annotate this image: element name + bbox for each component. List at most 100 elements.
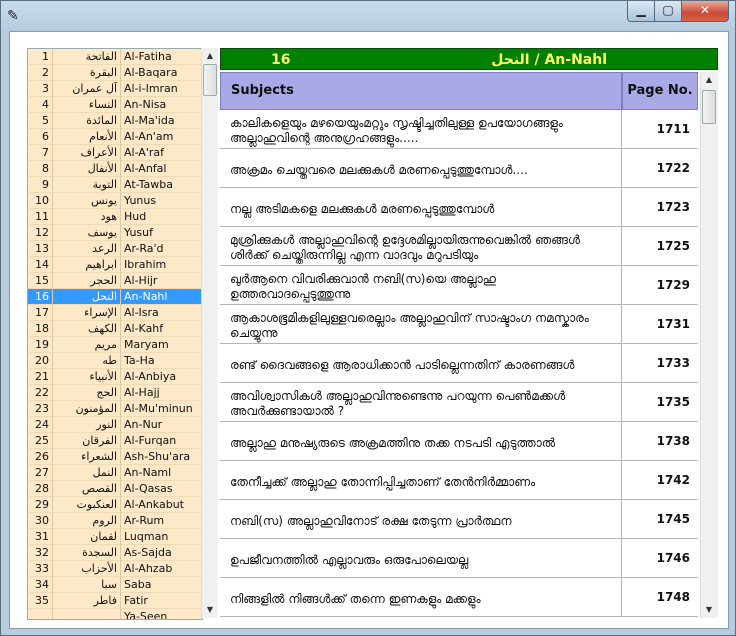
subjects-scrollbar[interactable]: ▲ ▼ xyxy=(700,72,718,618)
table-row[interactable]: രണ്ട് ദൈവങ്ങളെ ആരാധിക്കാൻ പാടില്ലെന്നതിന… xyxy=(220,344,698,383)
column-header-page-no[interactable]: Page No. xyxy=(622,72,698,110)
maximize-button[interactable]: ▢ xyxy=(654,1,682,22)
surah-english-name: Al-Ma'ida xyxy=(120,113,202,129)
surah-english-name: Al-Fatiha xyxy=(120,49,202,65)
surah-number: 21 xyxy=(35,370,49,383)
surah-english-name: An-Naml xyxy=(120,465,202,481)
surah-list-item[interactable]: 23 المؤمنون Al-Mu'minun xyxy=(28,401,202,417)
surah-number: 18 xyxy=(35,322,49,335)
chapter-number: 16 xyxy=(271,52,291,68)
surah-english-name: Al-Isra xyxy=(120,305,202,321)
surah-arabic-name: السجدة xyxy=(82,546,117,559)
surah-english-name: Al-Qasas xyxy=(120,481,202,497)
table-row[interactable]: നിങ്ങളിൽ നിങ്ങൾക്ക് തന്നെ ഇണകളും മക്കളും… xyxy=(220,578,698,617)
surah-list-item[interactable]: Ya-Seen xyxy=(28,609,202,619)
column-header-subjects[interactable]: Subjects xyxy=(220,72,622,110)
table-row[interactable]: മുശ്രിക്കുകൾ അല്ലാഹുവിന്റെ ഉദ്ദേശമില്ലായ… xyxy=(220,227,698,266)
surah-number: 19 xyxy=(35,338,49,351)
surah-list-item[interactable]: 16 النحل An-Nahl xyxy=(28,289,202,305)
surah-list-item[interactable]: 6 الأنعام Al-An'am xyxy=(28,129,202,145)
surah-list-item[interactable]: 13 الرعد Ar-Ra'd xyxy=(28,241,202,257)
page-number-cell: 1735 xyxy=(656,395,690,409)
surah-english-name: Hud xyxy=(120,209,202,225)
surah-number: 6 xyxy=(42,130,49,143)
table-row[interactable]: കാലികളെയും മഴയെയുംമറ്റും സൃഷ്ടിച്ചതിലുള്… xyxy=(220,110,698,149)
surah-number: 17 xyxy=(35,306,49,319)
surah-list-item[interactable]: 19 مريم Maryam xyxy=(28,337,202,353)
table-row[interactable]: നല്ല അടിമകളെ മലക്കുകൾ മരണപ്പെടുത്തുമ്പോൾ… xyxy=(220,188,698,227)
surah-list-item[interactable]: 26 الشعراء Ash-Shu'ara xyxy=(28,449,202,465)
surah-list-item[interactable]: 31 لقمان Luqman xyxy=(28,529,202,545)
page-number-cell: 1722 xyxy=(656,161,690,175)
surah-list-item[interactable]: 33 الأحزاب Al-Ahzab xyxy=(28,561,202,577)
surah-list-item[interactable]: 8 الأنفال Al-Anfal xyxy=(28,161,202,177)
surah-list-item[interactable]: 2 البقرة Al-Baqara xyxy=(28,65,202,81)
surah-number: 11 xyxy=(35,210,49,223)
surah-arabic-name: العنكبوت xyxy=(76,498,117,511)
surah-list-item[interactable]: 35 فاطر Fatir xyxy=(28,593,202,609)
surah-english-name: Yunus xyxy=(120,193,202,209)
chapter-header: 16 النحل / An-Nahl xyxy=(220,48,718,70)
scroll-thumb[interactable] xyxy=(702,90,716,124)
surah-list-item[interactable]: 20 طه Ta-Ha xyxy=(28,353,202,369)
page-number-cell: 1731 xyxy=(656,317,690,331)
page-number-cell: 1746 xyxy=(656,551,690,565)
surah-arabic-name: طه xyxy=(102,354,117,367)
surah-arabic-name: يوسف xyxy=(87,226,117,239)
surah-list-item[interactable]: 32 السجدة As-Sajda xyxy=(28,545,202,561)
surah-list-item[interactable]: 5 المائدة Al-Ma'ida xyxy=(28,113,202,129)
scroll-up-icon[interactable]: ▲ xyxy=(702,73,716,87)
surah-list-item[interactable]: 17 الإسراء Al-Isra xyxy=(28,305,202,321)
surah-list-item[interactable]: 27 النمل An-Naml xyxy=(28,465,202,481)
table-row[interactable]: അല്ലാഹു മനുഷ്യരുടെ അക്രമത്തിനു തക്ക നടപട… xyxy=(220,422,698,461)
page-number-cell: 1711 xyxy=(656,122,690,136)
surah-list-scrollbar[interactable]: ▲ ▼ xyxy=(201,48,218,618)
surah-arabic-name: الفاتحة xyxy=(85,50,117,63)
surah-english-name: Ya-Seen xyxy=(120,609,202,619)
table-row[interactable]: ഉപജീവനത്തിൽ എല്ലാവരും ഒരുപോലെയല്ല 1746 xyxy=(220,539,698,578)
surah-list-item[interactable]: 34 سبا Saba xyxy=(28,577,202,593)
surah-list-item[interactable]: 3 آل عمران Al-i-Imran xyxy=(28,81,202,97)
scroll-down-icon[interactable]: ▼ xyxy=(203,603,217,617)
table-row[interactable]: അക്രമം ചെയ്തവരെ മലക്കുകൾ മരണപ്പെടുത്തുമ്… xyxy=(220,149,698,188)
surah-list-item[interactable]: 28 القصص Al-Qasas xyxy=(28,481,202,497)
surah-list-item[interactable]: 9 التوبة At-Tawba xyxy=(28,177,202,193)
surah-arabic-name: لقمان xyxy=(90,530,117,543)
table-row[interactable]: നബി(സ) അല്ലാഹുവിനോട് രക്ഷ തേടുന്ന പ്രാർത… xyxy=(220,500,698,539)
table-row[interactable]: ഖുർആനെ വിവരിക്കുവാൻ നബി(സ)യെ അല്ലാഹു ഉത്… xyxy=(220,266,698,305)
table-row[interactable]: അവിശ്വാസികൾ അല്ലാഹുവിന്നുണ്ടെന്നു പറയുന്… xyxy=(220,383,698,422)
surah-list-item[interactable]: 18 الكهف Al-Kahf xyxy=(28,321,202,337)
surah-list-item[interactable]: 11 هود Hud xyxy=(28,209,202,225)
table-row[interactable]: ആകാശഭൂമികളിലുള്ളവരെല്ലാം അല്ലാഹുവിന് സാഷ… xyxy=(220,305,698,344)
close-button[interactable]: ✕ xyxy=(681,1,729,22)
table-row[interactable]: തേനീച്ചക്ക് അല്ലാഹു തോന്നിപ്പിച്ചതാണ് തേ… xyxy=(220,461,698,500)
surah-arabic-name: الكهف xyxy=(88,322,117,335)
scroll-down-icon[interactable]: ▼ xyxy=(702,603,716,617)
surah-list-item[interactable]: 22 الحج Al-Hajj xyxy=(28,385,202,401)
surah-list-item[interactable]: 30 الروم Ar-Rum xyxy=(28,513,202,529)
surah-list-item[interactable]: 25 الفرقان Al-Furqan xyxy=(28,433,202,449)
surah-list-item[interactable]: 4 النساء An-Nisa xyxy=(28,97,202,113)
surah-list-item[interactable]: 10 يونس Yunus xyxy=(28,193,202,209)
surah-list-item[interactable]: 7 الأعراف Al-A'raf xyxy=(28,145,202,161)
surah-number: 14 xyxy=(35,258,49,271)
page-number-cell: 1745 xyxy=(656,512,690,526)
subject-cell: നബി(സ) അല്ലാഹുവിനോട് രക്ഷ തേടുന്ന പ്രാർത… xyxy=(220,500,622,538)
surah-list-item[interactable]: 14 ابراهيم Ibrahim xyxy=(28,257,202,273)
surah-list-item[interactable]: 12 يوسف Yusuf xyxy=(28,225,202,241)
title-bar[interactable]: ✎ ▁ ▢ ✕ xyxy=(1,1,735,31)
surah-list-item[interactable]: 29 العنكبوت Al-Ankabut xyxy=(28,497,202,513)
surah-list-item[interactable]: 24 النور An-Nur xyxy=(28,417,202,433)
surah-list-item[interactable]: 1 الفاتحة Al-Fatiha xyxy=(28,49,202,65)
minimize-button[interactable]: ▁ xyxy=(627,1,655,22)
surah-english-name: Al-A'raf xyxy=(120,145,202,161)
surah-english-name: Ar-Ra'd xyxy=(120,241,202,257)
surah-number: 25 xyxy=(35,434,49,447)
surah-english-name: Ibrahim xyxy=(120,257,202,273)
surah-list-item[interactable]: 15 الحجر Al-Hijr xyxy=(28,273,202,289)
surah-list-item[interactable]: 21 الأنبياء Al-Anbiya xyxy=(28,369,202,385)
surah-list[interactable]: 1 الفاتحة Al-Fatiha 2 البقرة Al-Baqara 3 آل عمر… xyxy=(27,48,203,620)
scroll-thumb[interactable] xyxy=(203,64,217,96)
scroll-up-icon[interactable]: ▲ xyxy=(203,49,217,63)
surah-arabic-name: النحل xyxy=(91,290,117,303)
